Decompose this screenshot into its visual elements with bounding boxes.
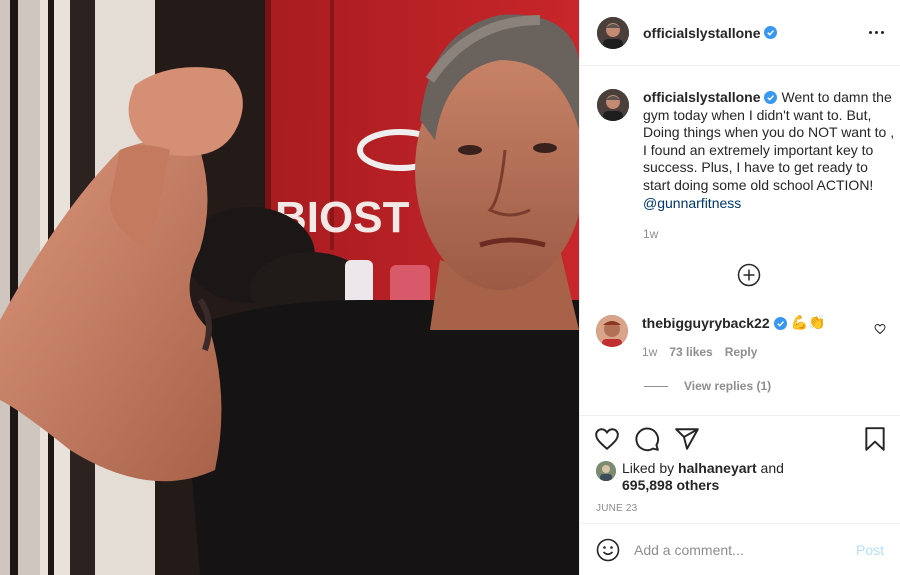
- comment-meta: 1w 73 likes Reply: [642, 345, 886, 359]
- action-icons: [594, 426, 700, 452]
- profile-photo-icon: [597, 89, 629, 121]
- comment-item: thebigguyryback22 💪👏 1w 73 likes Reply: [596, 315, 886, 359]
- liked-by-and: and: [760, 460, 784, 476]
- comment-emoji: 💪👏: [790, 315, 826, 331]
- liked-by-user[interactable]: halhaneyart: [678, 460, 757, 476]
- comment-body: thebigguyryback22 💪👏 1w 73 likes Reply: [642, 315, 886, 359]
- share-paper-plane-icon[interactable]: [674, 426, 700, 452]
- likes-summary: Liked by halhaneyart and 695,898 others: [596, 460, 784, 494]
- post-image: BIOST: [0, 0, 579, 575]
- comment-bubble-icon[interactable]: [634, 426, 660, 452]
- caption-username[interactable]: officialslystallone: [643, 89, 760, 105]
- post-comment-button[interactable]: Post: [856, 542, 884, 558]
- author-avatar[interactable]: [597, 16, 629, 49]
- bookmark-save-icon[interactable]: [862, 426, 888, 452]
- post-header: officialslystallone: [580, 0, 900, 66]
- verified-badge-icon: [773, 316, 787, 330]
- caption-time: 1w: [643, 227, 659, 242]
- view-replies-label: View replies (1): [684, 379, 772, 393]
- liked-by-prefix: Liked by: [622, 460, 675, 476]
- likes-text: Liked by halhaneyart and 695,898 others: [622, 460, 784, 494]
- verified-badge-icon: [764, 91, 778, 104]
- profile-photo-icon: [596, 315, 628, 347]
- caption-text-block: officialslystallone Went to damn the gym …: [643, 89, 898, 244]
- commenter-username[interactable]: thebigguyryback22: [642, 315, 770, 331]
- caption-mention-link[interactable]: @gunnarfitness: [643, 195, 741, 211]
- commenter-avatar[interactable]: [596, 315, 628, 347]
- post-actions: Liked by halhaneyart and 695,898 others …: [580, 415, 900, 523]
- add-comment-bar: Post: [580, 523, 900, 575]
- comment-line: thebigguyryback22 💪👏: [642, 315, 886, 331]
- profile-photo-icon: [597, 16, 629, 49]
- caption-author-avatar[interactable]: [597, 89, 629, 121]
- comment-input[interactable]: [634, 541, 856, 558]
- replies-dash: [644, 385, 668, 387]
- like-heart-icon[interactable]: [594, 426, 620, 452]
- author-name-wrap: officialslystallone: [643, 25, 778, 41]
- post-side-panel: officialslystallone officialslystallone …: [579, 0, 900, 575]
- comments-section: officialslystallone Went to damn the gym …: [580, 67, 900, 415]
- post-caption: officialslystallone Went to damn the gym …: [596, 89, 898, 244]
- instagram-post: BIOST officialslystallone officialslysta…: [0, 0, 900, 575]
- more-options-icon[interactable]: [866, 22, 886, 42]
- view-replies-button[interactable]: View replies (1): [644, 379, 771, 393]
- comment-likes[interactable]: 73 likes: [669, 345, 712, 359]
- comment-reply-button[interactable]: Reply: [725, 345, 758, 359]
- likes-count[interactable]: 695,898 others: [622, 477, 719, 493]
- emoji-smile-icon[interactable]: [596, 538, 620, 562]
- liker-avatar[interactable]: [596, 461, 616, 481]
- post-photo[interactable]: BIOST: [0, 0, 579, 575]
- comment-like-heart-icon[interactable]: [874, 323, 886, 335]
- post-date[interactable]: JUNE 23: [596, 503, 637, 514]
- comment-time: 1w: [642, 345, 658, 359]
- author-username[interactable]: officialslystallone: [643, 25, 760, 41]
- plus-circle-icon[interactable]: [737, 263, 761, 287]
- verified-badge-icon: [764, 26, 778, 39]
